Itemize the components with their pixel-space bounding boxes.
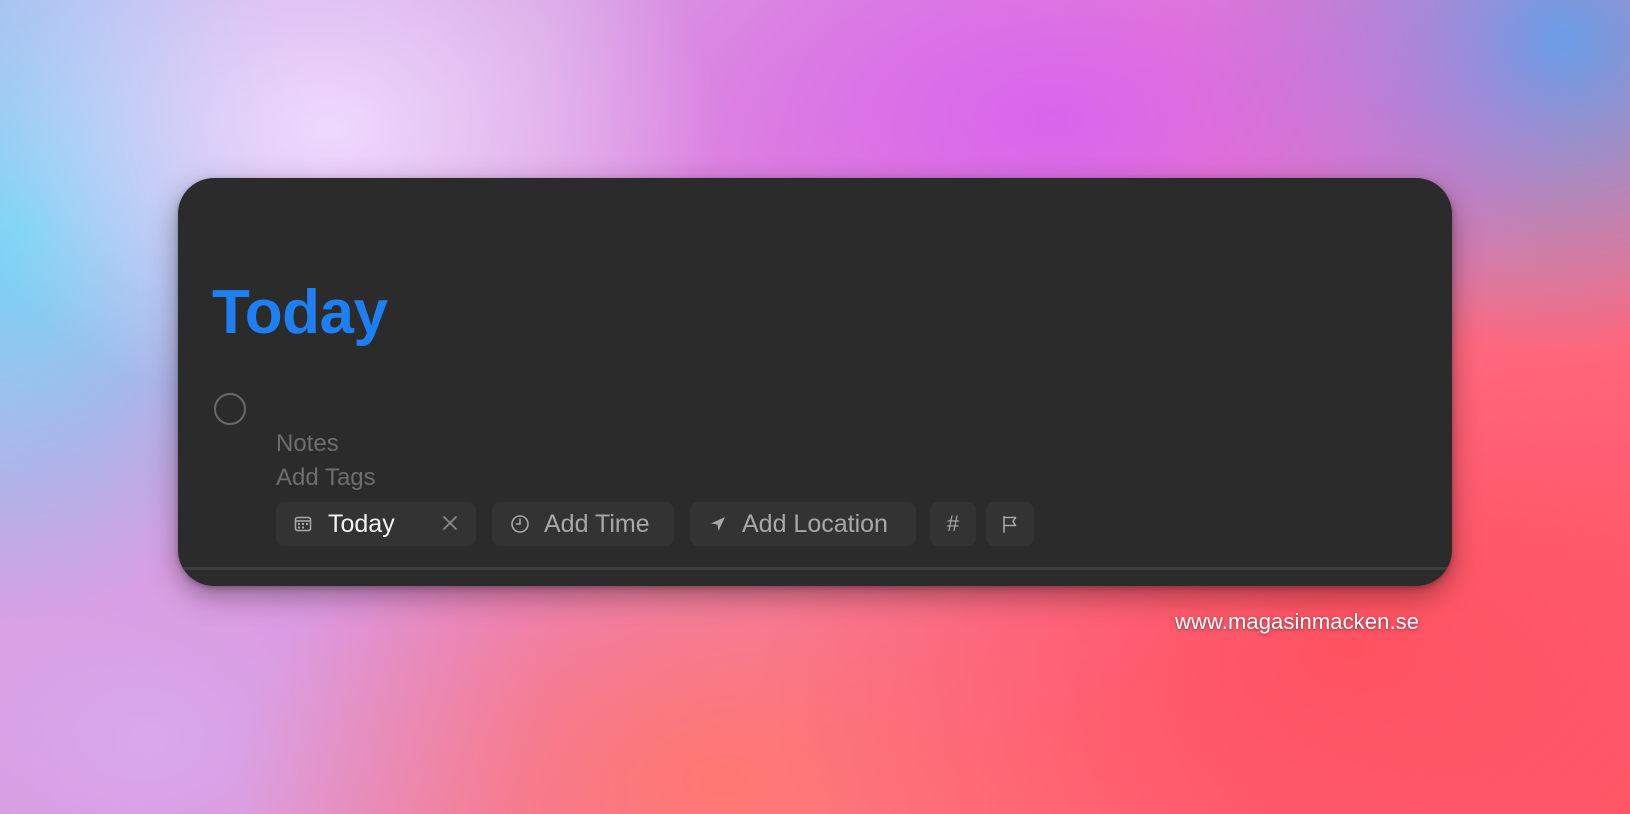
flag-button[interactable] <box>986 502 1034 546</box>
panel-divider <box>178 567 1452 570</box>
flag-icon <box>1000 514 1020 534</box>
page-title: Today <box>212 278 388 347</box>
clock-icon <box>510 514 530 534</box>
watermark: www.magasinmacken.se <box>1175 609 1420 634</box>
add-tag-button[interactable]: # <box>930 502 976 546</box>
calendar-icon <box>294 515 312 533</box>
add-location-label: Add Location <box>742 509 888 538</box>
quick-entry-panel: Today Notes Add Tags Today Add Time Add … <box>178 178 1452 586</box>
todo-checkbox[interactable] <box>214 393 246 425</box>
close-icon[interactable] <box>440 513 460 533</box>
notes-field[interactable]: Notes <box>276 432 339 456</box>
add-time-button[interactable]: Add Time <box>492 502 674 546</box>
date-chip-label: Today <box>328 509 395 538</box>
add-location-button[interactable]: Add Location <box>690 502 916 546</box>
tags-field[interactable]: Add Tags <box>276 466 376 490</box>
add-time-label: Add Time <box>544 509 650 538</box>
date-chip[interactable]: Today <box>276 502 476 546</box>
hash-icon: # <box>946 511 960 536</box>
location-arrow-icon <box>708 514 728 534</box>
